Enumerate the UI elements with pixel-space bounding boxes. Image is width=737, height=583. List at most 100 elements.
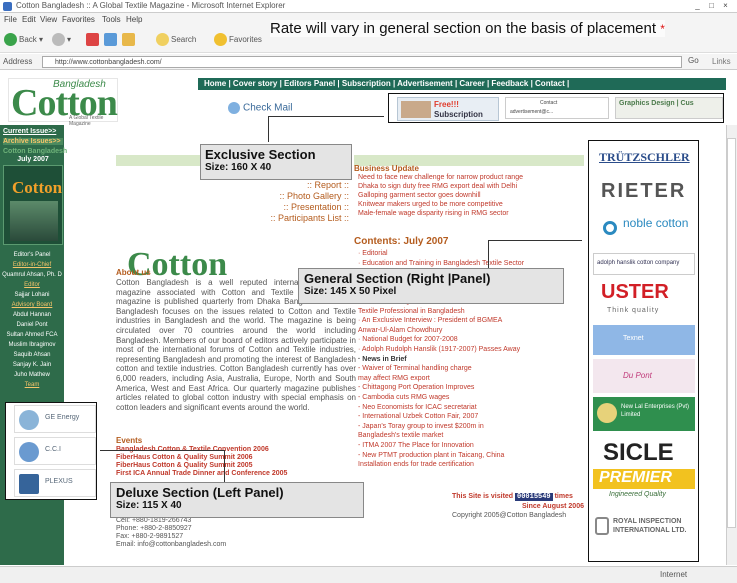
menu-tools[interactable]: Tools — [102, 15, 121, 24]
ad-noble-cotton[interactable]: noble cotton — [593, 213, 695, 249]
exclusive-connector — [268, 116, 384, 117]
ad-rieter[interactable]: RIETER — [593, 178, 695, 208]
current-issue-link[interactable]: Current Issue>> — [3, 128, 63, 135]
ad-uster[interactable]: USTER Think quality — [593, 281, 695, 319]
refresh-button[interactable] — [104, 32, 119, 48]
ad-uster-label: USTER — [601, 281, 669, 303]
business-update-link[interactable]: Knitwear makers urged to be more competi… — [358, 201, 503, 208]
business-update-link[interactable]: Need to face new challenge for narrow pr… — [358, 174, 523, 181]
close-button[interactable]: × — [720, 1, 731, 11]
contents-item[interactable]: - Cambodia cuts RMG wages — [358, 394, 449, 401]
event-link[interactable]: FiberHaus Cotton & Quality Summit 2006 — [116, 454, 253, 461]
ad-dupont[interactable]: Du Pont — [593, 359, 695, 393]
contact-ad[interactable]: Contact advertisement@c... — [505, 97, 609, 119]
editor-panel-link[interactable]: Advisory Board — [2, 302, 62, 308]
ad-trutzschler[interactable]: TRÜTZSCHLER — [593, 144, 695, 174]
presentation-link[interactable]: :: Presentation :: — [241, 202, 349, 212]
scrollbar-thumb[interactable] — [727, 138, 736, 528]
menu-favorites[interactable]: Favorites — [62, 15, 95, 24]
editor-panel-link[interactable]: Editor-in-Chief — [2, 262, 62, 268]
links-button[interactable]: Links — [712, 57, 731, 66]
graphic-design-ad[interactable]: Graphics Design | Cus — [615, 97, 723, 119]
ad-noble-cotton-label: noble cotton — [623, 216, 689, 230]
menu-edit[interactable]: Edit — [22, 15, 36, 24]
subscription-ad[interactable]: Free!!! Subscription — [397, 97, 499, 121]
contents-item[interactable]: Bangladesh's textile market — [358, 432, 443, 439]
deluxe-ad-panel: GE Energy C.C.I PLEXUS — [5, 402, 97, 500]
status-zone: Internet — [660, 570, 688, 579]
contents-item[interactable]: · National Budget for 2007-2008 — [358, 336, 458, 343]
contents-item[interactable]: · Editorial — [358, 250, 388, 257]
contents-item[interactable]: - ITMA 2007 The Place for Innovation — [358, 442, 474, 449]
deluxe-ad-cci[interactable]: C.C.I — [14, 437, 96, 465]
report-link[interactable]: :: Report :: — [241, 180, 349, 190]
editor-panel-link[interactable]: Team — [2, 382, 62, 388]
ad-adolph-hanslik[interactable]: adolph hanslik cotton company — [593, 253, 695, 275]
site-logo[interactable]: Cotton Bangladesh A Global Textile Magaz… — [8, 78, 118, 127]
ad-lal-enterprises[interactable]: New Lal Enterprises (Pvt) Limited — [593, 397, 695, 431]
subscription-ad-free: Free!!! — [434, 100, 459, 109]
contents-item[interactable]: · An Exclusive Interview : President of … — [358, 317, 502, 324]
contents-item[interactable]: - Waiver of Terminal handling charge — [358, 365, 472, 372]
photo-gallery-link[interactable]: :: Photo Gallery :: — [241, 191, 349, 201]
menu-help[interactable]: Help — [126, 15, 142, 24]
contents-item[interactable]: Installation ends for trade certificatio… — [358, 461, 474, 468]
deluxe-ad-cci-label: C.C.I — [45, 446, 61, 453]
check-mail-link[interactable]: Check Mail — [228, 102, 292, 114]
issue-cover[interactable]: Cotton — [3, 165, 63, 245]
contact-phone: Phone: +880-2-8850927 — [116, 525, 192, 532]
contents-item[interactable]: may affect RMG export — [358, 375, 430, 382]
back-label: Back — [19, 35, 37, 44]
contact-email[interactable]: Email: info@cottonbangladesh.com — [116, 541, 226, 548]
business-update-link[interactable]: Male-female wage disparity rising in RMG… — [358, 210, 509, 217]
contents-item[interactable]: Textile Professional in Bangladesh — [358, 308, 465, 315]
ad-royal-inspection[interactable]: ROYAL INSPECTION INTERNATIONAL LTD. — [593, 513, 695, 543]
forward-button[interactable]: ▾ — [52, 32, 71, 48]
issue-date: July 2007 — [17, 156, 49, 163]
deluxe-ad-ge[interactable]: GE Energy — [14, 405, 96, 433]
address-bar: Address http://www.cottonbangladesh.com/… — [0, 54, 737, 70]
archive-issues-link[interactable]: Archive Issues>> — [3, 138, 63, 145]
back-button[interactable]: Back ▾ — [4, 32, 43, 48]
general-connector — [488, 240, 582, 241]
stop-button[interactable] — [86, 32, 101, 48]
event-link[interactable]: First ICA Annual Trade Dinner and Confer… — [116, 470, 287, 477]
editor-panel-item: Abdul Hannan — [12, 312, 52, 318]
participants-list-link[interactable]: :: Participants List :: — [241, 213, 349, 223]
go-button[interactable]: Go — [688, 56, 699, 65]
home-button[interactable] — [122, 32, 137, 48]
contents-item[interactable]: - Neo Economists for ICAC secretariat — [358, 404, 477, 411]
search-button[interactable]: Search — [156, 32, 196, 48]
menu-view[interactable]: View — [40, 15, 57, 24]
ad-sicle[interactable]: SICLE — [593, 439, 695, 467]
ad-adolph-hanslik-label: adolph hanslik cotton company — [597, 260, 680, 266]
deluxe-connector — [100, 450, 224, 451]
ad-texnet[interactable]: Texnet — [593, 325, 695, 355]
deluxe-ad-ge-label: GE Energy — [45, 414, 80, 421]
menu-file[interactable]: File — [4, 15, 17, 24]
top-nav[interactable]: Home | Cover story | Editors Panel | Sub… — [198, 78, 726, 90]
business-update-link[interactable]: Galloping garment sector goes downhill — [358, 192, 481, 199]
contents-item[interactable]: - Chittagong Port Operation Improves — [358, 384, 474, 391]
contents-item[interactable]: - New PTMT production plant in Taicang, … — [358, 452, 504, 459]
editor-panel-link[interactable]: Editor — [2, 282, 62, 288]
contents-item[interactable]: · Education and Training in Bangladesh T… — [358, 260, 524, 267]
contents-item[interactable]: Anwar-Ul-Alam Chowdhury — [358, 327, 442, 334]
subscription-ad-label: Subscription — [434, 110, 483, 119]
favorites-button[interactable]: Favorites — [214, 32, 262, 48]
exclusive-callout: Exclusive Section Size: 160 X 40 — [200, 144, 352, 180]
ad-premier-label: PREMIER — [593, 469, 695, 489]
minimize-button[interactable]: _ — [692, 1, 703, 11]
ad-premier[interactable]: PREMIER Ingineered Quality — [593, 469, 695, 503]
contents-item[interactable]: - International Uzbek Cotton Fair, 2007 — [358, 413, 478, 420]
events-heading: Events — [116, 436, 143, 445]
address-label: Address — [3, 57, 33, 66]
contents-item[interactable]: · Adolph Rudolph Hanslik (1917-2007) Pas… — [358, 346, 520, 353]
address-input[interactable]: http://www.cottonbangladesh.com/ — [42, 56, 682, 68]
business-update-link[interactable]: Dhaka to sign duty free RMG export deal … — [358, 183, 517, 190]
maximize-button[interactable]: □ — [706, 1, 717, 11]
contents-item[interactable]: - Japan's Toray group to invest $200m in — [358, 423, 484, 430]
deluxe-ad-plexus[interactable]: PLEXUS — [14, 469, 96, 497]
event-link[interactable]: FiberHaus Cotton & Quality Summit 2005 — [116, 462, 253, 469]
visit-prefix: This Site is visited — [452, 493, 514, 500]
